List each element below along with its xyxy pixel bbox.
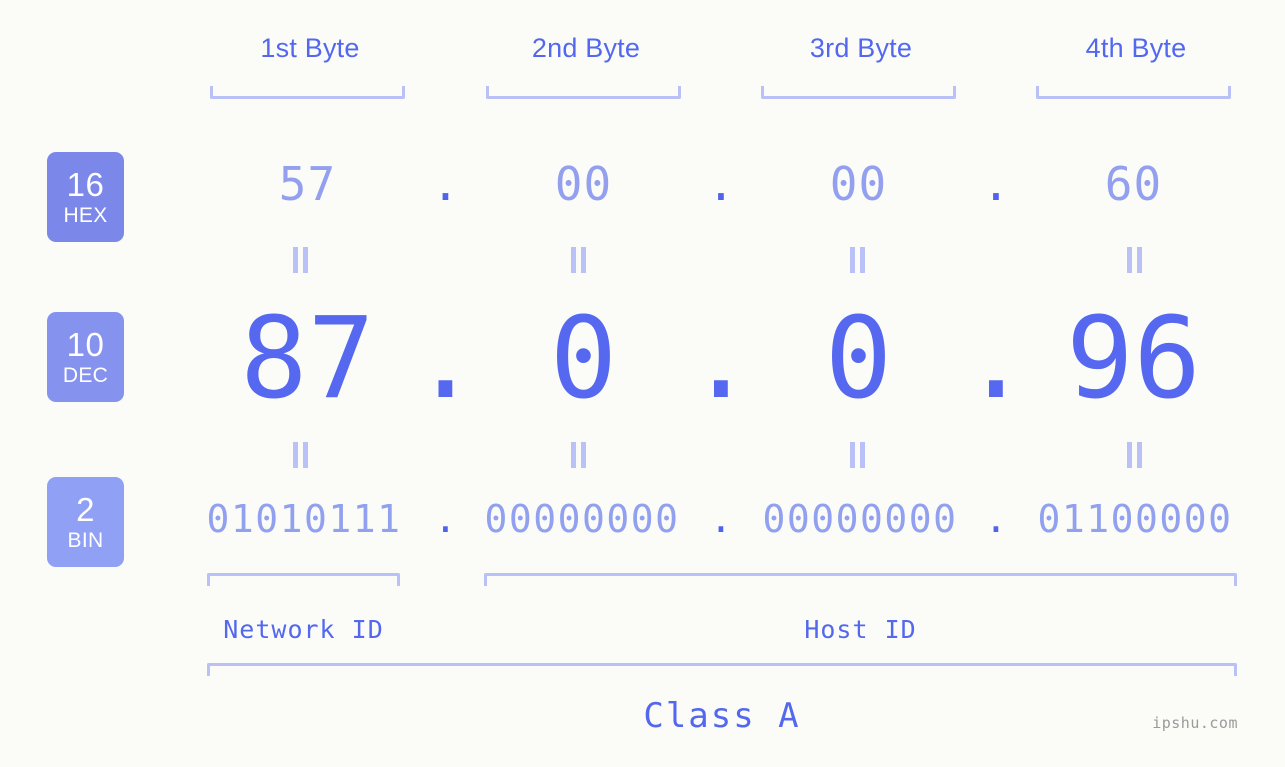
dec-byte-1: 87: [240, 294, 375, 424]
network-id-label: Network ID: [223, 615, 384, 644]
bin-separator-2: .: [709, 497, 733, 541]
ip-address-breakdown-diagram: 1st Byte 2nd Byte 3rd Byte 4th Byte 16 H…: [0, 0, 1285, 767]
class-bracket: [207, 663, 1237, 676]
hex-row: 57 . 00 . 00 . 60: [0, 161, 1285, 217]
hex-separator-3: .: [982, 157, 1010, 211]
byte-header-4: 4th Byte: [1085, 33, 1187, 63]
byte-bracket-1: [210, 86, 405, 99]
host-id-label: Host ID: [804, 615, 917, 644]
network-id-bracket: [207, 573, 400, 586]
equals-mark-dec-bin-4: [1127, 442, 1143, 468]
site-watermark: ipshu.com: [1152, 714, 1238, 732]
dec-byte-3: 0: [824, 294, 893, 424]
hex-separator-1: .: [431, 157, 460, 211]
hex-separator-2: .: [707, 157, 735, 211]
bin-byte-4: 01100000: [1037, 497, 1233, 541]
bin-byte-3: 00000000: [762, 497, 958, 541]
byte-bracket-3: [761, 86, 956, 99]
equals-mark-hex-dec-3: [850, 247, 866, 273]
equals-mark-dec-bin-3: [850, 442, 866, 468]
equals-mark-hex-dec-2: [571, 247, 587, 273]
class-label: Class A: [643, 696, 801, 736]
byte-bracket-2: [486, 86, 681, 99]
dec-separator-2: .: [687, 294, 755, 424]
equals-mark-dec-bin-2: [571, 442, 587, 468]
equals-mark-hex-dec-1: [293, 247, 309, 273]
dec-separator-3: .: [962, 294, 1030, 424]
dec-row: 87 . 0 . 0 . 96: [0, 303, 1285, 423]
byte-header-2: 2nd Byte: [531, 33, 641, 63]
hex-byte-1: 57: [278, 157, 337, 211]
hex-byte-3: 00: [829, 157, 888, 211]
bin-separator-1: .: [434, 497, 457, 541]
equals-mark-dec-bin-1: [293, 442, 309, 468]
byte-header-1: 1st Byte: [260, 33, 360, 63]
bin-separator-3: .: [984, 497, 1008, 541]
byte-header-3: 3rd Byte: [809, 33, 913, 63]
bin-row: 01010111 . 00000000 . 00000000 . 0110000…: [0, 500, 1285, 548]
dec-separator-1: .: [411, 294, 480, 424]
dec-byte-4: 96: [1066, 294, 1201, 424]
bin-byte-1: 01010111: [206, 497, 402, 541]
host-id-bracket: [484, 573, 1237, 586]
hex-byte-2: 00: [554, 157, 613, 211]
dec-byte-2: 0: [549, 294, 618, 424]
hex-byte-4: 60: [1104, 157, 1163, 211]
byte-bracket-4: [1036, 86, 1231, 99]
equals-mark-hex-dec-4: [1127, 247, 1143, 273]
bin-byte-2: 00000000: [484, 497, 680, 541]
